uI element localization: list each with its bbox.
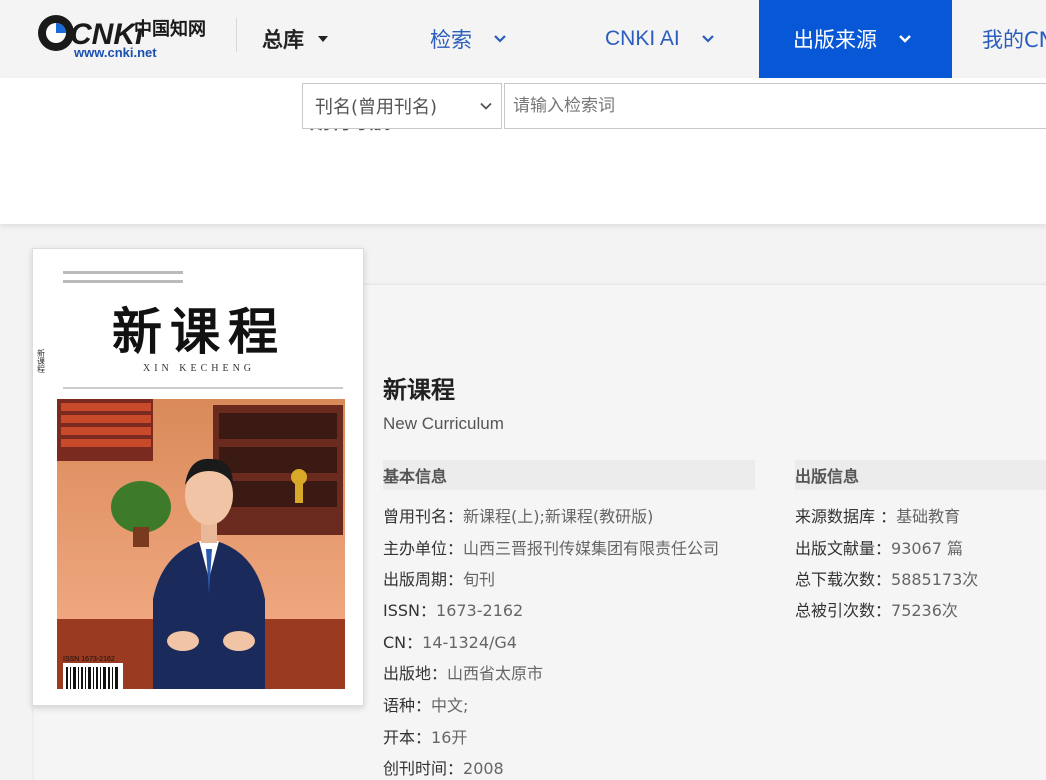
info-row-cn: CN：14-1324/G4 [383, 629, 517, 653]
info-label: 出版地： [383, 664, 448, 683]
cnki-logo[interactable]: CNKi 中国知网 www.cnki.net [34, 11, 212, 59]
nav-source-label: 出版来源 [793, 28, 877, 52]
info-value: 1673-2162 [436, 601, 524, 620]
info-row-source-db: 来源数据库 ：基础教育 [795, 503, 960, 527]
search-field-select[interactable]: 刊名(曾用刊名) [302, 83, 502, 129]
search-field-select-value: 刊名(曾用刊名) [315, 97, 438, 118]
info-label: 来源数据库 ： [795, 507, 897, 526]
info-row-citations: 总被引次数：75236次 [795, 597, 958, 621]
info-row-frequency: 出版周期：旬刊 [383, 566, 495, 590]
info-row-founded: 创刊时间：2008 [383, 755, 504, 779]
chevron-down-icon [701, 35, 714, 43]
info-row-former-title: 曾用刊名：新课程(上);新课程(教研版) [383, 503, 653, 527]
info-value: 93067 篇 [891, 539, 964, 558]
info-value: 16开 [431, 728, 468, 747]
info-label: 总下载次数： [795, 570, 892, 589]
info-label: 开本： [383, 728, 432, 747]
chevron-down-icon [494, 35, 506, 43]
logo-divider [236, 18, 237, 52]
info-label: ISSN： [383, 601, 437, 620]
info-value: 新课程(上);新课程(教研版) [463, 507, 654, 526]
info-value: 山西三晋报刊传媒集团有限责任公司 [463, 539, 720, 558]
info-label: 出版周期： [383, 570, 464, 589]
nav-zongku[interactable]: 总库 [262, 0, 328, 78]
info-value: 基础教育 [896, 507, 961, 526]
top-nav: CNKi 中国知网 www.cnki.net 总库 检索 CNKI AI 出版来… [0, 0, 1046, 78]
chevron-down-icon [480, 102, 492, 110]
info-label: 主办单位： [383, 539, 464, 558]
journal-title: 新课程 [383, 376, 455, 404]
caret-down-icon [318, 36, 328, 42]
svg-text:新课程: 新课程 [37, 348, 46, 374]
info-label: CN： [383, 633, 423, 652]
basic-info-heading: 基本信息 [383, 460, 755, 490]
info-row-sponsor: 主办单位：山西三晋报刊传媒集团有限责任公司 [383, 535, 719, 559]
publication-info-heading: 出版信息 [795, 460, 1046, 490]
search-input[interactable] [504, 83, 1046, 129]
info-row-article-count: 出版文献量：93067 篇 [795, 535, 963, 559]
info-row-language: 语种：中文; [383, 692, 468, 716]
info-label: 曾用刊名： [383, 507, 464, 526]
info-value: 14-1324/G4 [422, 633, 517, 652]
svg-text:www.cnki.net: www.cnki.net [73, 45, 157, 59]
nav-zongku-label: 总库 [262, 28, 304, 52]
journal-cover-image[interactable]: 新课程 XIN KECHENG 新课程 ISSN 1673-2162 [32, 248, 364, 706]
info-value: 2008 [463, 759, 504, 778]
chevron-down-icon [899, 35, 911, 43]
info-value: 旬刊 [463, 570, 496, 589]
info-value: 山西省太原市 [447, 664, 544, 683]
nav-cnki-ai-label: CNKI AI [605, 27, 680, 50]
nav-jiansuo[interactable]: 检索 [430, 0, 508, 78]
info-label: 总被引次数： [795, 601, 892, 620]
svg-text:中国知网: 中国知网 [134, 18, 206, 40]
svg-text:新课程: 新课程 [112, 302, 286, 361]
nav-publication-source[interactable]: 出版来源 [759, 0, 952, 78]
nav-cnki-ai[interactable]: CNKI AI [605, 0, 716, 78]
nav-my-cnki[interactable]: 我的CN [982, 0, 1046, 78]
cover-illustration: 新课程 XIN KECHENG 新课程 ISSN 1673-2162 [33, 249, 363, 705]
info-row-place: 出版地：山西省太原市 [383, 660, 543, 684]
nav-my-cnki-label: 我的CN [982, 28, 1046, 52]
info-value: 5885173次 [891, 570, 979, 589]
svg-text:XIN KECHENG: XIN KECHENG [143, 363, 255, 374]
svg-text:ISSN 1673-2162: ISSN 1673-2162 [63, 656, 115, 663]
info-row-downloads: 总下载次数：5885173次 [795, 566, 978, 590]
info-row-format: 开本：16开 [383, 724, 467, 748]
nav-jiansuo-label: 检索 [430, 28, 472, 52]
info-value: 75236次 [891, 601, 958, 620]
info-label: 出版文献量： [795, 539, 892, 558]
journal-english-title: New Curriculum [383, 414, 504, 433]
info-label: 创刊时间： [383, 759, 464, 778]
info-label: 语种： [383, 696, 432, 715]
info-row-issn: ISSN：1673-2162 [383, 597, 523, 621]
info-value: 中文; [431, 696, 469, 715]
